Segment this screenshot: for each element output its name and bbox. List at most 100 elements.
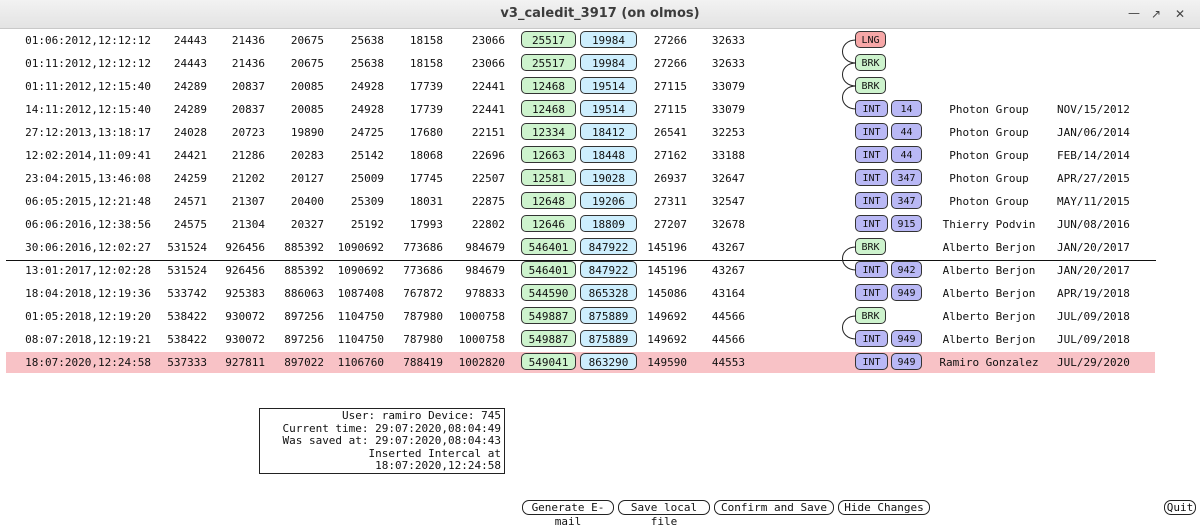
- flag-brk-button[interactable]: BRK: [855, 238, 886, 255]
- cyan-value-field[interactable]: 863290: [580, 353, 637, 370]
- row-date: JAN/20/2017: [1057, 241, 1130, 254]
- row-user: Photon Group: [949, 172, 1029, 185]
- row-datetime: 27:12:2013,13:18:17: [25, 126, 151, 139]
- flag-int-button[interactable]: INT: [855, 261, 888, 278]
- intercal-id-button[interactable]: 915: [891, 215, 922, 232]
- intercal-id-button[interactable]: 44: [891, 123, 922, 140]
- flag-int-button[interactable]: INT: [855, 169, 888, 186]
- row-value: 1090692: [337, 264, 384, 277]
- cyan-value-field[interactable]: 875889: [580, 307, 637, 324]
- flag-int-button[interactable]: INT: [855, 353, 888, 370]
- table-row[interactable]: 23:04:2015,13:46:08 24259 21202 20127 25009 1…: [0, 167, 1200, 190]
- cyan-value-field[interactable]: 19984: [580, 31, 637, 48]
- hide-changes-button[interactable]: Hide Changes: [838, 500, 930, 515]
- green-value-field[interactable]: 546401: [521, 261, 576, 278]
- green-value-field[interactable]: 12468: [521, 77, 576, 94]
- flag-brk-button[interactable]: BRK: [855, 54, 886, 71]
- cyan-value-field[interactable]: 19028: [580, 169, 637, 186]
- row-value: 44553: [711, 356, 745, 369]
- flag-int-button[interactable]: INT: [855, 215, 888, 232]
- green-value-field[interactable]: 25517: [521, 31, 576, 48]
- cyan-value-field[interactable]: 19984: [580, 54, 637, 71]
- cyan-value-field[interactable]: 865328: [580, 284, 637, 301]
- green-value-field[interactable]: 25517: [521, 54, 576, 71]
- row-date: FEB/14/2014: [1057, 149, 1130, 162]
- row-user: Alberto Berjon: [942, 241, 1036, 254]
- intercal-id-button[interactable]: 14: [891, 100, 922, 117]
- row-value: 787980: [403, 333, 443, 346]
- row-value: 538422: [167, 333, 207, 346]
- flag-brk-button[interactable]: BRK: [855, 77, 886, 94]
- intercal-id-button[interactable]: 44: [891, 146, 922, 163]
- cyan-value-field[interactable]: 19206: [580, 192, 637, 209]
- flag-int-button[interactable]: INT: [855, 192, 888, 209]
- table-row[interactable]: 06:05:2015,12:21:48 24571 21307 20400 25309 1…: [0, 190, 1200, 213]
- save-local-file-button[interactable]: Save local file: [618, 500, 710, 528]
- intercal-id-button[interactable]: 347: [891, 169, 922, 186]
- cyan-value-field[interactable]: 847922: [580, 238, 637, 255]
- row-value: 25142: [350, 149, 384, 162]
- table-row[interactable]: 14:11:2012,12:15:40 24289 20837 20085 24928 1…: [0, 98, 1200, 121]
- cyan-value-field[interactable]: 847922: [580, 261, 637, 278]
- table-row[interactable]: 01:11:2012,12:15:40 24289 20837 20085 24928 1…: [0, 75, 1200, 98]
- generate-email-button[interactable]: Generate E-mail: [522, 500, 614, 528]
- table-row[interactable]: 08:07:2018,12:19:21 538422 930072 897256 110…: [0, 328, 1200, 351]
- maximize-icon[interactable]: ↗: [1146, 4, 1166, 24]
- intercal-id-button[interactable]: 949: [891, 330, 922, 347]
- flag-brk-button[interactable]: BRK: [855, 307, 886, 324]
- row-value: 27115: [653, 103, 687, 116]
- row-value: 24443: [173, 34, 207, 47]
- row-value: 1090692: [337, 241, 384, 254]
- cyan-value-field[interactable]: 18448: [580, 146, 637, 163]
- table-row[interactable]: 13:01:2017,12:02:28 531524 926456 885392 109…: [0, 259, 1200, 282]
- table-row[interactable]: 01:05:2018,12:19:20 538422 930072 897256 110…: [0, 305, 1200, 328]
- row-datetime: 18:07:2020,12:24:58: [25, 356, 151, 369]
- row-value: 21436: [231, 34, 265, 47]
- quit-button[interactable]: Quit: [1164, 500, 1196, 515]
- green-value-field[interactable]: 12468: [521, 100, 576, 117]
- green-value-field[interactable]: 549887: [521, 330, 576, 347]
- green-value-field[interactable]: 12581: [521, 169, 576, 186]
- cyan-value-field[interactable]: 18809: [580, 215, 637, 232]
- table-row[interactable]: 18:04:2018,12:19:36 533742 925383 886063 108…: [0, 282, 1200, 305]
- table-row[interactable]: 27:12:2013,13:18:17 24028 20723 19890 24725 1…: [0, 121, 1200, 144]
- row-value: 23066: [471, 57, 505, 70]
- cyan-value-field[interactable]: 19514: [580, 100, 637, 117]
- confirm-and-save-button[interactable]: Confirm and Save: [714, 500, 834, 515]
- intercal-id-button[interactable]: 949: [891, 353, 922, 370]
- cyan-value-field[interactable]: 19514: [580, 77, 637, 94]
- table-row[interactable]: 01:11:2012,12:12:12 24443 21436 20675 25638 1…: [0, 52, 1200, 75]
- green-value-field[interactable]: 12648: [521, 192, 576, 209]
- table-row[interactable]: 01:06:2012,12:12:12 24443 21436 20675 25638 1…: [0, 29, 1200, 52]
- flag-int-button[interactable]: INT: [855, 146, 888, 163]
- row-date: APR/27/2015: [1057, 172, 1130, 185]
- green-value-field[interactable]: 12646: [521, 215, 576, 232]
- cyan-value-field[interactable]: 18412: [580, 123, 637, 140]
- table-row[interactable]: 06:06:2016,12:38:56 24575 21304 20327 25192 1…: [0, 213, 1200, 236]
- row-value: 23066: [471, 34, 505, 47]
- flag-int-button[interactable]: INT: [855, 100, 888, 117]
- green-value-field[interactable]: 12334: [521, 123, 576, 140]
- flag-int-button[interactable]: INT: [855, 123, 888, 140]
- row-value: 787980: [403, 310, 443, 323]
- flag-int-button[interactable]: INT: [855, 330, 888, 347]
- green-value-field[interactable]: 549887: [521, 307, 576, 324]
- table-row-selected[interactable]: 18:07:2020,12:24:58 537333 927811 897022 110…: [0, 351, 1200, 374]
- intercal-id-button[interactable]: 347: [891, 192, 922, 209]
- table-row[interactable]: 30:06:2016,12:02:27 531524 926456 885392 109…: [0, 236, 1200, 259]
- row-value: 1106760: [337, 356, 384, 369]
- cyan-value-field[interactable]: 875889: [580, 330, 637, 347]
- flag-lng-button[interactable]: LNG: [855, 31, 886, 48]
- row-value: 18158: [409, 57, 443, 70]
- close-icon[interactable]: ✕: [1170, 4, 1190, 24]
- intercal-id-button[interactable]: 949: [891, 284, 922, 301]
- flag-int-button[interactable]: INT: [855, 284, 888, 301]
- intercal-id-button[interactable]: 942: [891, 261, 922, 278]
- green-value-field[interactable]: 549041: [521, 353, 576, 370]
- green-value-field[interactable]: 12663: [521, 146, 576, 163]
- minimize-icon[interactable]: —: [1124, 3, 1144, 23]
- table-row[interactable]: 12:02:2014,11:09:41 24421 21286 20283 25142 1…: [0, 144, 1200, 167]
- row-datetime: 01:11:2012,12:12:12: [25, 57, 151, 70]
- green-value-field[interactable]: 544590: [521, 284, 576, 301]
- green-value-field[interactable]: 546401: [521, 238, 576, 255]
